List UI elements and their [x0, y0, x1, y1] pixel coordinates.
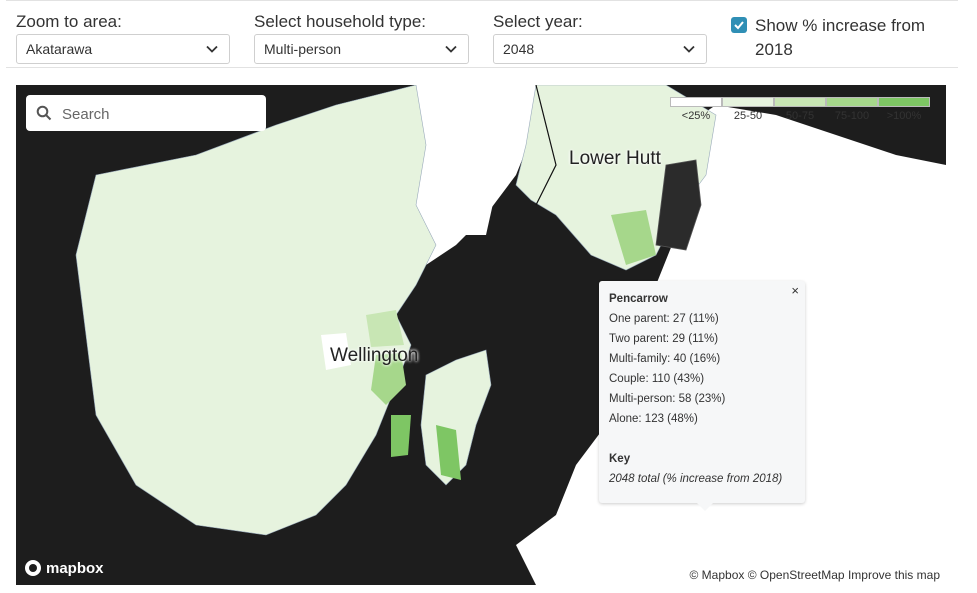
- legend-swatch-4: [826, 97, 878, 107]
- household-select-value: Multi-person: [264, 41, 342, 57]
- popup-line: Multi-person: 58 (23%): [609, 393, 726, 405]
- area-label: Zoom to area:: [16, 12, 122, 31]
- filter-controls: Zoom to area: Akatarawa Select household…: [6, 0, 958, 68]
- map-canvas[interactable]: <25% 25-50 50-75 75-100 >100% Lower Hutt…: [16, 85, 946, 585]
- legend-label-1: <25%: [681, 110, 711, 122]
- checkmark-icon: [734, 21, 744, 30]
- chevron-down-icon: [445, 45, 457, 53]
- legend-swatch-1: [670, 97, 722, 107]
- area-select-value: Akatarawa: [26, 41, 93, 57]
- popup-line: Multi-family: 40 (16%): [609, 353, 721, 365]
- legend-label-4: 75-100: [834, 110, 870, 122]
- year-label: Select year:: [493, 12, 583, 31]
- popup-line: Two parent: 29 (11%): [609, 333, 719, 345]
- search-icon: [36, 105, 52, 121]
- attribution-osm-link[interactable]: © OpenStreetMap: [748, 568, 845, 582]
- popup-close-button[interactable]: ×: [791, 283, 799, 298]
- city-label-lower-hutt: Lower Hutt: [569, 148, 661, 169]
- household-select[interactable]: Multi-person: [254, 34, 469, 64]
- wellington-region: [75, 85, 437, 536]
- popup-line: Alone: 123 (48%): [609, 413, 698, 425]
- show-increase-checkbox[interactable]: [731, 17, 747, 33]
- mapbox-logo-text: mapbox: [46, 559, 104, 577]
- legend-swatch-3: [774, 97, 826, 107]
- chevron-down-icon: [206, 45, 218, 53]
- map-legend: <25% 25-50 50-75 75-100 >100%: [670, 97, 930, 127]
- white-suburb: [451, 190, 496, 235]
- legend-label-2: 25-50: [733, 110, 763, 122]
- year-select-value: 2048: [503, 41, 535, 57]
- legend-label-5: >100%: [886, 110, 922, 122]
- popup-key-text: 2048 total (% increase from 2018): [609, 473, 783, 485]
- mapbox-logo-icon: [25, 560, 41, 576]
- popup-line: One parent: 27 (11%): [609, 313, 719, 325]
- attribution-mapbox-link[interactable]: © Mapbox: [690, 568, 745, 582]
- search-input[interactable]: [60, 101, 260, 127]
- popup-key-title: Key: [609, 453, 631, 465]
- chevron-down-icon: [683, 45, 695, 53]
- highlight-suburb: [391, 415, 411, 457]
- popup-line: Couple: 110 (43%): [609, 373, 705, 385]
- area-select[interactable]: Akatarawa: [16, 34, 230, 64]
- area-popup: × Pencarrow One parent: 27 (11%) Two par…: [599, 281, 805, 511]
- popup-title: Pencarrow: [609, 293, 668, 305]
- attribution-improve-link[interactable]: Improve this map: [848, 568, 940, 582]
- year-select[interactable]: 2048: [493, 34, 707, 64]
- household-label: Select household type:: [254, 12, 427, 31]
- highlight-suburb: [366, 310, 404, 347]
- legend-swatch-5: [878, 97, 930, 107]
- legend-swatch-2: [722, 97, 774, 107]
- show-increase-label: Show % increase from 2018: [755, 16, 926, 59]
- mapbox-logo[interactable]: mapbox: [24, 557, 104, 579]
- map-layer: [75, 85, 946, 585]
- attribution: © Mapbox © OpenStreetMap Improve this ma…: [687, 568, 942, 582]
- search-box[interactable]: [26, 95, 266, 131]
- city-label-wellington: Wellington: [330, 345, 419, 366]
- legend-label-3: 50-75: [785, 110, 815, 122]
